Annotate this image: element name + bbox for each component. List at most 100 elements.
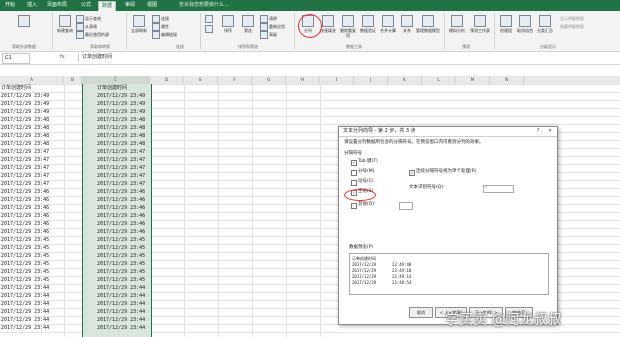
cell-c[interactable]: 2017/12/29 23:45 bbox=[97, 268, 149, 276]
tab-insert[interactable]: 插入 bbox=[24, 1, 40, 10]
group-button[interactable]: 创建组 bbox=[498, 15, 514, 33]
clear-button[interactable]: 清除 bbox=[260, 15, 277, 23]
cell-c[interactable]: 2017/12/29 23:49 bbox=[97, 108, 149, 116]
cell-a[interactable]: 2017/12/29 23:45 bbox=[1, 244, 63, 252]
cell-c[interactable]: 2017/12/29 23:44 bbox=[97, 324, 149, 332]
tell-me-box[interactable]: 告诉我您想要做什么... bbox=[176, 1, 232, 10]
column-header[interactable]: G bbox=[252, 76, 286, 84]
close-button[interactable]: × bbox=[547, 128, 553, 134]
filter-button[interactable]: 筛选 bbox=[240, 15, 256, 33]
cell-c[interactable]: 2017/12/29 23:47 bbox=[97, 164, 149, 172]
cell-c[interactable]: 2017/12/29 23:44 bbox=[97, 308, 149, 316]
manage-data-model-button[interactable]: 管理数据模型 bbox=[416, 15, 440, 33]
cell-a[interactable]: 2017/12/29 23:45 bbox=[1, 236, 63, 244]
cell-a[interactable]: 2017/12/29 23:47 bbox=[1, 156, 63, 164]
cell-a[interactable]: 2017/12/29 23:47 bbox=[1, 148, 63, 156]
other-checkbox[interactable] bbox=[351, 203, 357, 209]
advanced-button[interactable]: 高级 bbox=[260, 31, 277, 39]
cell-a[interactable]: 2017/12/29 23:47 bbox=[1, 164, 63, 172]
sort-asc-button[interactable] bbox=[204, 15, 214, 23]
cell-a[interactable]: 2017/12/29 23:47 bbox=[1, 180, 63, 188]
column-header[interactable]: H bbox=[286, 76, 320, 84]
cell-c[interactable]: 2017/12/29 23:46 bbox=[97, 228, 149, 236]
properties-button[interactable]: 属性 bbox=[152, 23, 169, 31]
cell-a[interactable]: 2017/12/29 23:46 bbox=[1, 204, 63, 212]
from-table-button[interactable]: 从表格 bbox=[76, 23, 97, 31]
connections-button[interactable]: 连接 bbox=[152, 15, 169, 23]
tab-checkbox[interactable] bbox=[351, 160, 357, 166]
flash-fill-button[interactable]: 快速填充 bbox=[320, 15, 336, 33]
cell-c[interactable]: 2017/12/29 23:44 bbox=[97, 316, 149, 324]
cell-a[interactable]: 2017/12/29 23:44 bbox=[1, 324, 63, 332]
cell-c[interactable]: 2017/12/29 23:46 bbox=[97, 204, 149, 212]
sort-button[interactable]: 排序 bbox=[220, 15, 236, 33]
cell-c[interactable]: 2017/12/29 23:47 bbox=[97, 180, 149, 188]
cell-a[interactable]: 2017/12/29 23:47 bbox=[1, 172, 63, 180]
column-header[interactable]: N bbox=[490, 76, 524, 84]
column-header[interactable]: B bbox=[64, 76, 82, 84]
cell-c[interactable]: 2017/12/29 23:46 bbox=[97, 188, 149, 196]
cell-a[interactable]: 2017/12/29 23:49 bbox=[1, 100, 63, 108]
edit-links-button[interactable]: 编辑链接 bbox=[152, 31, 177, 39]
cell-c[interactable]: 2017/12/29 23:47 bbox=[97, 156, 149, 164]
ungroup-button[interactable]: 取消组合 bbox=[516, 15, 534, 33]
sort-desc-button[interactable] bbox=[204, 25, 214, 33]
other-delimiter-input[interactable] bbox=[399, 202, 413, 210]
name-box[interactable]: C1 bbox=[2, 53, 30, 64]
get-external-data-button[interactable] bbox=[4, 15, 44, 28]
cell-c[interactable]: 2017/12/29 23:46 bbox=[97, 212, 149, 220]
cell-c[interactable]: 2017/12/29 23:46 bbox=[97, 196, 149, 204]
data-validation-button[interactable]: 数据验证 bbox=[360, 15, 376, 33]
cell-a[interactable]: 2017/12/29 23:48 bbox=[1, 132, 63, 140]
cell-a[interactable]: 2017/12/29 23:44 bbox=[1, 284, 63, 292]
cell-a[interactable]: 2017/12/29 23:48 bbox=[1, 124, 63, 132]
consecutive-checkbox[interactable] bbox=[409, 170, 415, 176]
recent-sources-button[interactable]: 最近使用的源 bbox=[76, 31, 109, 39]
show-detail-button[interactable]: 显示明细数据 bbox=[560, 16, 584, 21]
cell-a[interactable]: 2017/12/29 23:46 bbox=[1, 228, 63, 236]
cell-a[interactable]: 2017/12/29 23:44 bbox=[1, 316, 63, 324]
tab-view[interactable]: 视图 bbox=[144, 1, 160, 10]
show-queries-button[interactable]: 显示查询 bbox=[76, 15, 101, 23]
cell-a[interactable]: 2017/12/29 23:45 bbox=[1, 252, 63, 260]
cell-a[interactable]: 2017/12/29 23:46 bbox=[1, 212, 63, 220]
cell-c[interactable]: 2017/12/29 23:45 bbox=[97, 244, 149, 252]
what-if-button[interactable]: 模拟分析 bbox=[448, 15, 466, 33]
cell-a[interactable]: 2017/12/29 23:45 bbox=[1, 268, 63, 276]
column-header[interactable]: M bbox=[456, 76, 490, 84]
subtotal-button[interactable]: 分类汇总 bbox=[536, 15, 554, 33]
cell-a[interactable]: 2017/12/29 23:46 bbox=[1, 196, 63, 204]
semicolon-checkbox[interactable] bbox=[351, 170, 357, 176]
relationships-button[interactable]: 关系 bbox=[400, 15, 414, 33]
reapply-button[interactable]: 重新应用 bbox=[260, 23, 285, 31]
column-header[interactable]: I bbox=[320, 76, 354, 84]
hide-detail-button[interactable]: 隐藏明细数据 bbox=[560, 24, 584, 29]
cell-a[interactable]: 2017/12/29 23:48 bbox=[1, 116, 63, 124]
cell-c[interactable]: 2017/12/29 23:49 bbox=[97, 92, 149, 100]
cell-c[interactable]: 2017/12/29 23:45 bbox=[97, 260, 149, 268]
cell-a[interactable]: 2017/12/29 23:46 bbox=[1, 220, 63, 228]
comma-checkbox[interactable] bbox=[351, 180, 357, 186]
cell-c[interactable]: 2017/12/29 23:47 bbox=[97, 172, 149, 180]
cell-a[interactable]: 2017/12/29 23:44 bbox=[1, 300, 63, 308]
cell-c[interactable]: 2017/12/29 23:45 bbox=[97, 252, 149, 260]
cell-c[interactable]: 2017/12/29 23:48 bbox=[97, 132, 149, 140]
cell-c[interactable]: 2017/12/29 23:44 bbox=[97, 284, 149, 292]
cell-c[interactable]: 2017/12/29 23:44 bbox=[97, 300, 149, 308]
cell-a[interactable]: 2017/12/29 23:44 bbox=[1, 292, 63, 300]
qualifier-select[interactable]: " bbox=[483, 185, 514, 193]
tab-home[interactable]: 开始 bbox=[2, 1, 18, 10]
cell-c[interactable]: 2017/12/29 23:45 bbox=[97, 236, 149, 244]
refresh-all-button[interactable]: 全部刷新 bbox=[130, 15, 148, 33]
cell-c[interactable]: 2017/12/29 23:48 bbox=[97, 124, 149, 132]
data-preview[interactable]: 订单创建时间 2017/12/29 23:49:48 2017/12/29 23… bbox=[349, 253, 549, 295]
cell-a[interactable]: 2017/12/29 23:45 bbox=[1, 260, 63, 268]
cell-c[interactable]: 2017/12/29 23:46 bbox=[97, 220, 149, 228]
cancel-button[interactable]: 取消 bbox=[409, 307, 433, 318]
column-header[interactable]: C bbox=[82, 76, 150, 84]
new-query-button[interactable]: 新建查询 bbox=[56, 15, 74, 33]
cell-c[interactable]: 2017/12/29 23:44 bbox=[97, 292, 149, 300]
cell-c[interactable]: 2017/12/29 23:48 bbox=[97, 140, 149, 148]
cell-c[interactable]: 2017/12/29 23:48 bbox=[97, 116, 149, 124]
cell-a[interactable]: 2017/12/29 23:46 bbox=[1, 188, 63, 196]
